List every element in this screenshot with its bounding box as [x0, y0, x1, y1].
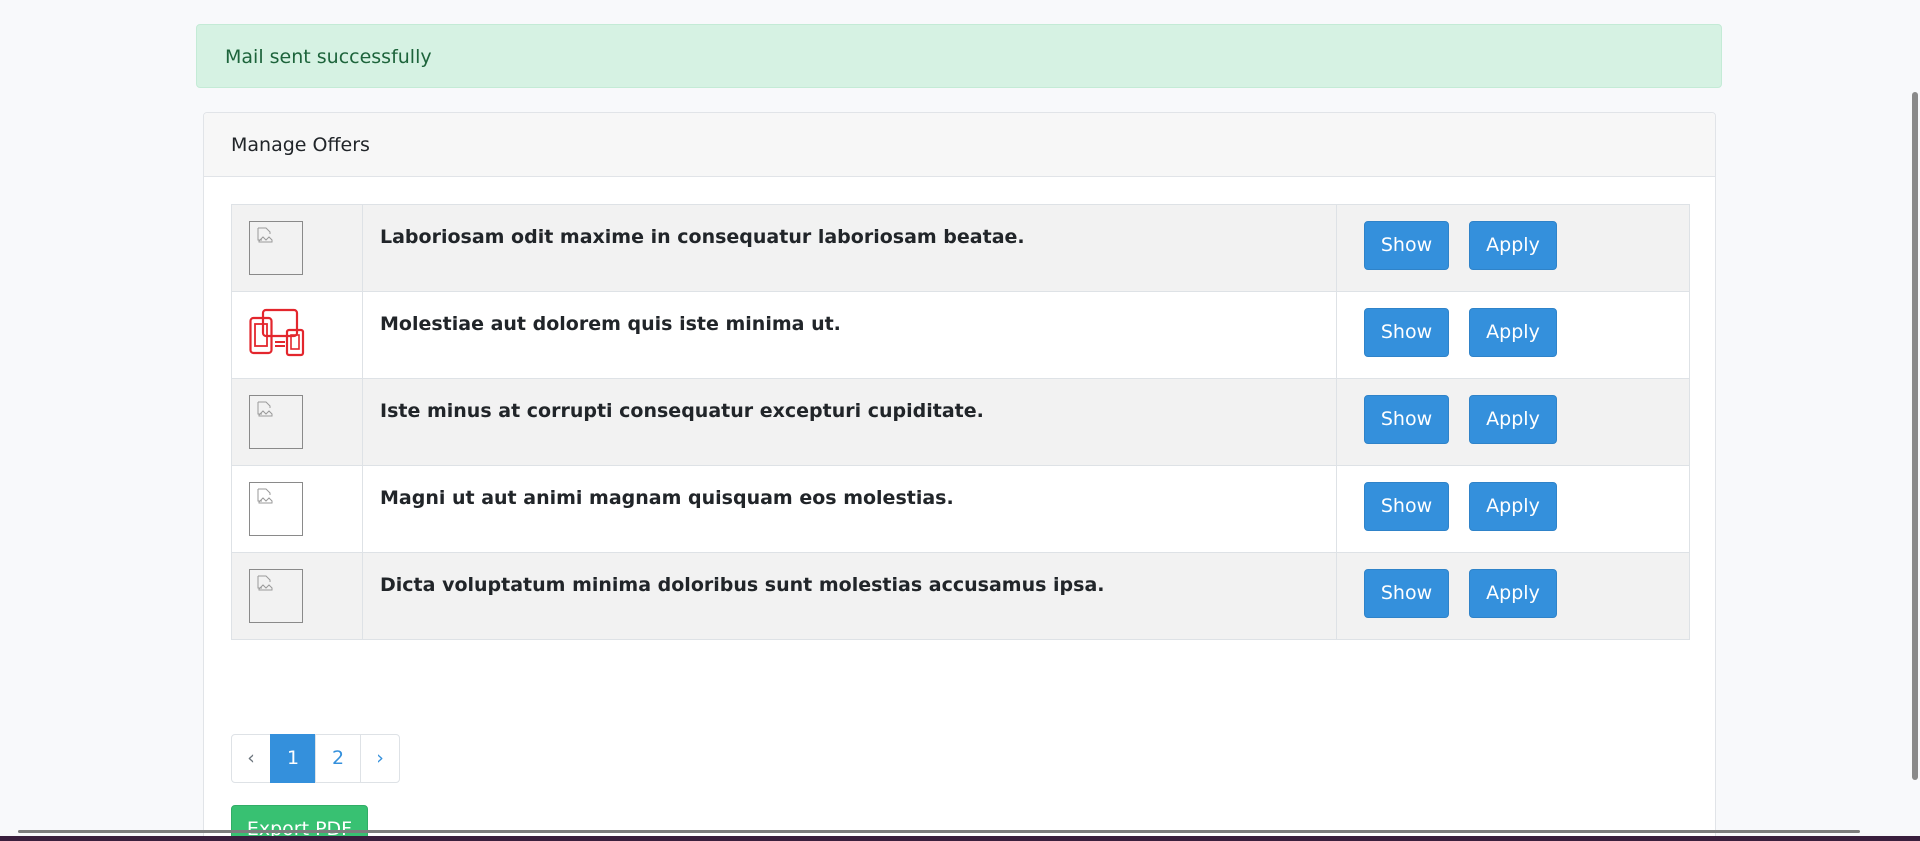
- apply-button[interactable]: Apply: [1469, 482, 1557, 531]
- alert-message: Mail sent successfully: [225, 46, 432, 68]
- table-row: Laboriosam odit maxime in consequatur la…: [231, 204, 1690, 292]
- show-button[interactable]: Show: [1364, 308, 1449, 357]
- offer-title: Iste minus at corrupti consequatur excep…: [380, 400, 984, 422]
- offer-image-cell: [231, 465, 363, 553]
- apply-button[interactable]: Apply: [1469, 569, 1557, 618]
- offer-actions-cell: Show Apply: [1336, 204, 1690, 292]
- offer-actions-cell: Show Apply: [1336, 465, 1690, 553]
- offers-card: Manage Offers Laboriosam odit maxime in …: [203, 112, 1716, 841]
- offer-image-cell: [231, 552, 363, 640]
- show-button[interactable]: Show: [1364, 482, 1449, 531]
- offer-title: Molestiae aut dolorem quis iste minima u…: [380, 313, 841, 335]
- offer-title-cell: Magni ut aut animi magnam quisquam eos m…: [362, 465, 1337, 553]
- table-row: Molestiae aut dolorem quis iste minima u…: [231, 291, 1690, 379]
- bottom-edge-bar: [0, 836, 1920, 841]
- pagination: ‹ 1 2 ›: [231, 734, 400, 783]
- horizontal-scrollbar[interactable]: [18, 830, 1860, 833]
- offer-image-cell: [231, 291, 363, 379]
- offer-actions-cell: Show Apply: [1336, 378, 1690, 466]
- offer-image-cell: [231, 378, 363, 466]
- offer-title-cell: Iste minus at corrupti consequatur excep…: [362, 378, 1337, 466]
- card-header: Manage Offers: [204, 113, 1715, 177]
- offer-actions-cell: Show Apply: [1336, 291, 1690, 379]
- table-row: Magni ut aut animi magnam quisquam eos m…: [231, 465, 1690, 553]
- card-body: Laboriosam odit maxime in consequatur la…: [204, 177, 1715, 841]
- broken-image-icon: [249, 482, 303, 536]
- offer-title-cell: Dicta voluptatum minima doloribus sunt m…: [362, 552, 1337, 640]
- table-row: Dicta voluptatum minima doloribus sunt m…: [231, 552, 1690, 640]
- show-button[interactable]: Show: [1364, 395, 1449, 444]
- offer-title: Laboriosam odit maxime in consequatur la…: [380, 226, 1025, 248]
- offer-title-cell: Laboriosam odit maxime in consequatur la…: [362, 204, 1337, 292]
- card-title: Manage Offers: [231, 134, 370, 156]
- broken-image-icon: [249, 569, 303, 623]
- pagination-page-2[interactable]: 2: [315, 734, 361, 783]
- vertical-scrollbar[interactable]: [1912, 92, 1918, 780]
- page: Mail sent successfully Manage Offers Lab…: [0, 0, 1920, 841]
- offers-table: Laboriosam odit maxime in consequatur la…: [231, 204, 1690, 640]
- apply-button[interactable]: Apply: [1469, 308, 1557, 357]
- table-row: Iste minus at corrupti consequatur excep…: [231, 378, 1690, 466]
- broken-image-icon: [249, 221, 303, 275]
- show-button[interactable]: Show: [1364, 569, 1449, 618]
- apply-button[interactable]: Apply: [1469, 221, 1557, 270]
- offer-title: Dicta voluptatum minima doloribus sunt m…: [380, 574, 1105, 596]
- offer-actions-cell: Show Apply: [1336, 552, 1690, 640]
- pagination-page-1[interactable]: 1: [270, 734, 316, 783]
- pagination-next[interactable]: ›: [360, 734, 400, 783]
- pagination-prev[interactable]: ‹: [231, 734, 271, 783]
- offer-title-cell: Molestiae aut dolorem quis iste minima u…: [362, 291, 1337, 379]
- offer-image-cell: [231, 204, 363, 292]
- offer-title: Magni ut aut animi magnam quisquam eos m…: [380, 487, 954, 509]
- apply-button[interactable]: Apply: [1469, 395, 1557, 444]
- devices-icon: [249, 308, 305, 358]
- success-alert: Mail sent successfully: [196, 24, 1722, 88]
- broken-image-icon: [249, 395, 303, 449]
- show-button[interactable]: Show: [1364, 221, 1449, 270]
